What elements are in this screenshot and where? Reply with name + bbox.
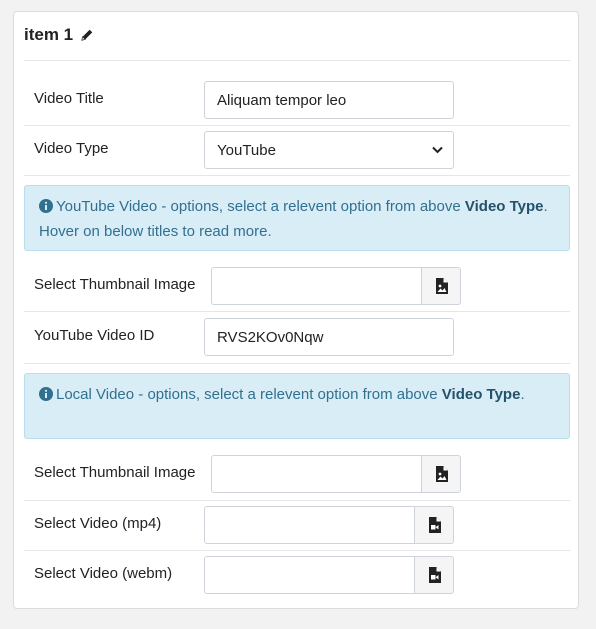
panel-header: item 1 (24, 25, 94, 45)
youtube-id-label: YouTube Video ID (34, 327, 155, 344)
image-file-icon (435, 466, 448, 482)
video-type-label: Video Type (34, 140, 109, 157)
local-alert-suffix: . (520, 386, 525, 403)
video-type-selected: YouTube (217, 141, 276, 159)
item-panel: item 1 Video Title Aliquam tempor leo Vi… (13, 11, 579, 609)
divider (24, 175, 570, 176)
youtube-id-input[interactable]: RVS2KOv0Nqw (204, 318, 454, 356)
info-circle-icon (39, 199, 53, 213)
video-file-icon (428, 517, 441, 533)
mp4-label: Select Video (mp4) (34, 515, 162, 532)
local-alert-text: Local Video - options, select a relevent… (56, 386, 442, 403)
chevron-down-icon (432, 146, 443, 154)
divider (24, 363, 570, 364)
mp4-picker-button[interactable] (414, 506, 454, 544)
youtube-thumbnail-label: Select Thumbnail Image (34, 276, 196, 293)
info-circle-icon (39, 387, 53, 401)
video-type-select[interactable]: YouTube (204, 131, 454, 169)
video-title-value: Aliquam tempor leo (217, 91, 347, 109)
youtube-alert-text: YouTube Video - options, select a releve… (56, 198, 465, 215)
divider (24, 125, 570, 126)
image-file-icon (435, 278, 448, 294)
local-thumbnail-input[interactable] (211, 455, 422, 493)
webm-picker-button[interactable] (414, 556, 454, 594)
youtube-thumbnail-input[interactable] (211, 267, 422, 305)
panel-title: item 1 (24, 25, 74, 44)
local-options-alert: Local Video - options, select a relevent… (24, 373, 570, 439)
mp4-input[interactable] (204, 506, 415, 544)
local-thumbnail-label: Select Thumbnail Image (34, 464, 196, 481)
webm-input[interactable] (204, 556, 415, 594)
webm-label: Select Video (webm) (34, 565, 173, 582)
divider (24, 60, 570, 61)
divider (24, 550, 570, 551)
divider (24, 500, 570, 501)
divider (24, 311, 570, 312)
video-title-label: Video Title (34, 90, 104, 107)
local-thumbnail-picker-button[interactable] (421, 455, 461, 493)
local-alert-bold: Video Type (441, 386, 521, 403)
pencil-icon[interactable] (80, 28, 94, 42)
video-title-input[interactable]: Aliquam tempor leo (204, 81, 454, 119)
youtube-thumbnail-picker-button[interactable] (421, 267, 461, 305)
youtube-options-alert: YouTube Video - options, select a releve… (24, 185, 570, 251)
video-file-icon (428, 567, 441, 583)
youtube-id-value: RVS2KOv0Nqw (217, 328, 324, 346)
youtube-alert-bold: Video Type (464, 198, 544, 215)
